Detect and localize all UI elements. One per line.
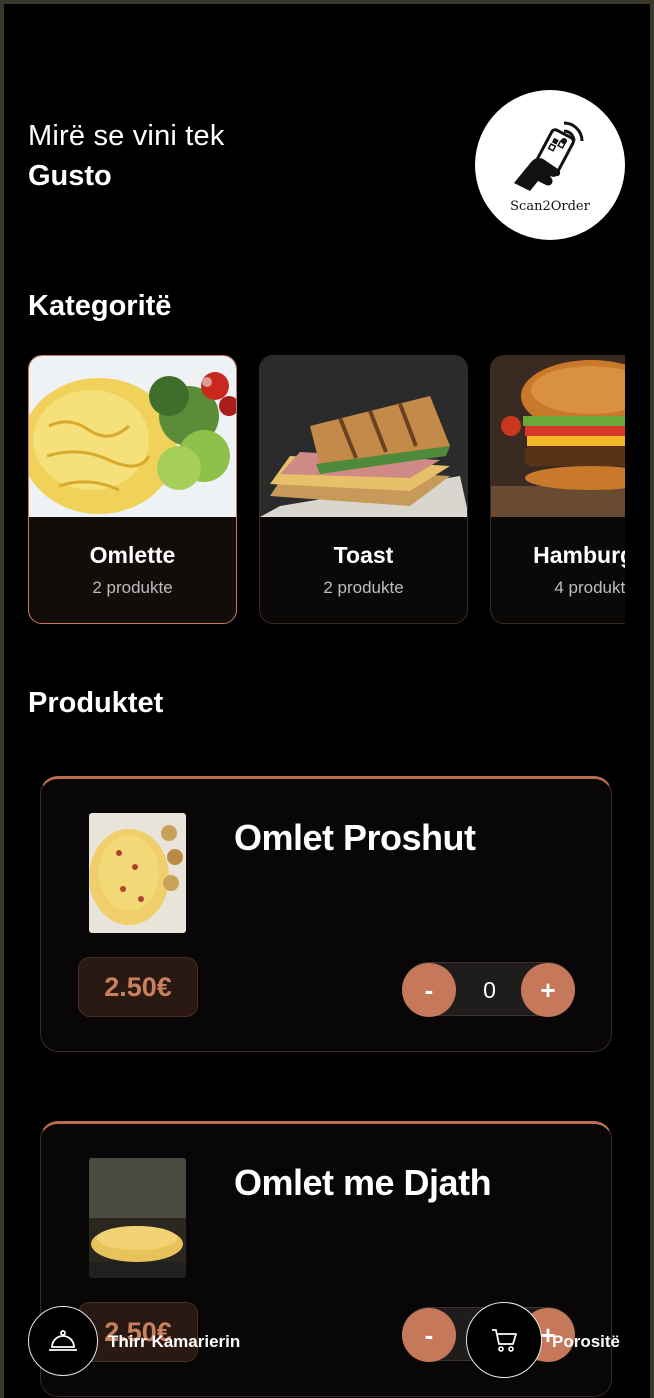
- category-name: Toast: [333, 542, 394, 568]
- quantity-value: 0: [483, 976, 496, 1003]
- category-count: 2 produkte: [323, 578, 404, 597]
- product-image: [89, 813, 186, 933]
- orders-cart-button[interactable]: [466, 1302, 542, 1378]
- product-name: Omlet me Djath: [234, 1162, 492, 1203]
- app-screen: Mirë se vini tek Gusto Scan2Order Katego…: [4, 4, 650, 1398]
- product-name: Omlet Proshut: [234, 817, 476, 858]
- welcome-text: Mirë se vini tek: [28, 120, 225, 152]
- categories-carousel[interactable]: Omlette 2 produkte Toast 2 produkte Hamb…: [28, 355, 625, 625]
- call-waiter-button[interactable]: [28, 1306, 98, 1376]
- product-card: Omlet Proshut 2.50€ - 0 +: [40, 776, 612, 1052]
- decrease-quantity-button[interactable]: -: [402, 963, 456, 1017]
- quantity-stepper: - 0 +: [402, 962, 575, 1017]
- category-image-toast: [260, 356, 467, 517]
- scan2order-logo: Scan2Order: [475, 90, 625, 240]
- venue-name: Gusto: [28, 160, 112, 192]
- product-price: 2.50€: [78, 957, 198, 1017]
- orders-label[interactable]: Porositë: [552, 1332, 620, 1352]
- products-title: Produktet: [28, 687, 164, 719]
- category-count: 2 produkte: [92, 578, 173, 597]
- decrease-quantity-button[interactable]: -: [402, 1308, 456, 1362]
- category-card-omlette[interactable]: Omlette 2 produkte: [28, 355, 237, 624]
- increase-quantity-button[interactable]: +: [521, 963, 575, 1017]
- bell-icon: [49, 1330, 77, 1351]
- logo-text: Scan2Order: [510, 198, 590, 214]
- category-image-omlette: [29, 356, 236, 517]
- category-name: Omlette: [89, 542, 176, 568]
- category-card-toast[interactable]: Toast 2 produkte: [259, 355, 468, 624]
- categories-title: Kategoritë: [28, 290, 172, 322]
- category-count: 4 produkte: [554, 578, 625, 597]
- cart-icon: [492, 1329, 517, 1352]
- product-image: [89, 1158, 186, 1278]
- category-card-hamburger[interactable]: Hamburger 4 produkte: [490, 355, 625, 624]
- category-image-hamburger: [491, 356, 625, 517]
- call-waiter-label[interactable]: Thirr Kamarierin: [108, 1332, 240, 1352]
- phone-scan-icon: [514, 121, 584, 191]
- category-name: Hamburger: [533, 542, 625, 568]
